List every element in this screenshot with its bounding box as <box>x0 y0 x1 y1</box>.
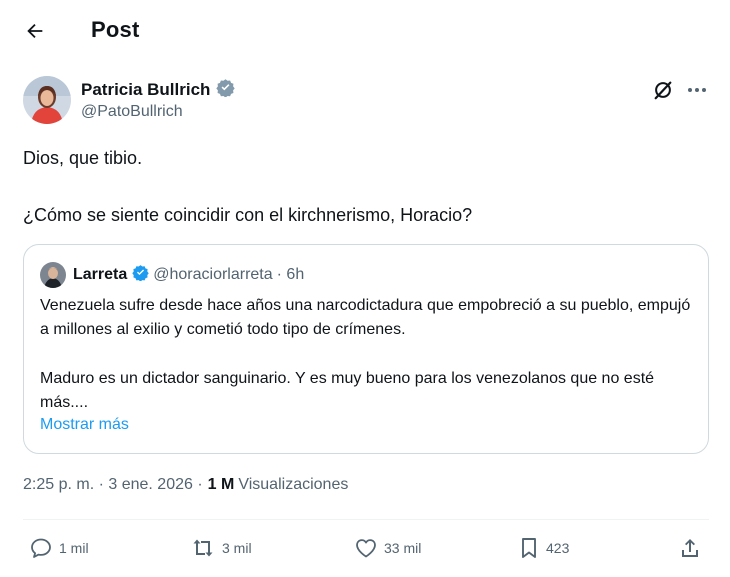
grok-icon[interactable] <box>652 79 674 101</box>
views-label: Visualizaciones <box>238 476 349 493</box>
show-more-link[interactable]: Mostrar más <box>40 416 129 434</box>
quoted-text-paragraph-2: Maduro es un dictador sanguinario. Y es … <box>40 370 655 411</box>
reply-count: 1 mil <box>59 540 89 556</box>
like-icon <box>354 536 378 560</box>
reply-button[interactable]: 1 mil <box>29 536 89 560</box>
repost-icon <box>190 536 216 560</box>
quoted-header: Larreta @horaciorlarreta · 6h <box>73 264 304 286</box>
quoted-time: · 6h <box>276 266 305 283</box>
page-title: Post <box>91 17 140 42</box>
author-handle[interactable]: @PatoBullrich <box>81 103 183 121</box>
quoted-post[interactable]: Larreta @horaciorlarreta · 6h Venezuela … <box>23 244 709 454</box>
reply-icon <box>29 536 53 560</box>
page-header: Post <box>0 0 730 62</box>
post-text-line-1: Dios, que tibio. <box>23 148 143 168</box>
post-meta: 2:25 p. m. · 3 ene. 2026 · 1 M Visualiza… <box>23 476 348 494</box>
repost-count: 3 mil <box>222 540 252 556</box>
repost-button[interactable]: 3 mil <box>190 536 252 560</box>
post-text-line-2: ¿Cómo se siente coincidir con el kirchne… <box>23 205 473 225</box>
bookmark-button[interactable]: 423 <box>518 536 569 560</box>
avatar[interactable] <box>23 76 71 124</box>
author-row: Patricia Bullrich <box>81 78 236 102</box>
views-count: 1 M <box>207 476 235 493</box>
divider <box>23 519 709 520</box>
verified-badge-icon <box>216 78 236 102</box>
share-button[interactable] <box>678 536 702 560</box>
quoted-avatar <box>40 262 66 288</box>
quoted-author-name: Larreta <box>73 266 128 283</box>
quoted-text-paragraph-1: Venezuela sufre desde hace años una narc… <box>40 297 691 338</box>
post-timestamp[interactable]: 2:25 p. m. · 3 ene. 2026 · <box>23 476 203 494</box>
like-button[interactable]: 33 mil <box>354 536 421 560</box>
share-icon <box>678 536 702 560</box>
author-name[interactable]: Patricia Bullrich <box>81 80 210 100</box>
back-arrow-icon[interactable] <box>22 18 48 44</box>
quoted-author-handle: @horaciorlarreta <box>153 266 273 283</box>
verified-badge-icon <box>132 264 149 286</box>
bookmark-icon <box>518 536 540 560</box>
like-count: 33 mil <box>384 540 422 556</box>
bookmark-count: 423 <box>546 540 570 556</box>
more-icon[interactable] <box>685 79 709 101</box>
